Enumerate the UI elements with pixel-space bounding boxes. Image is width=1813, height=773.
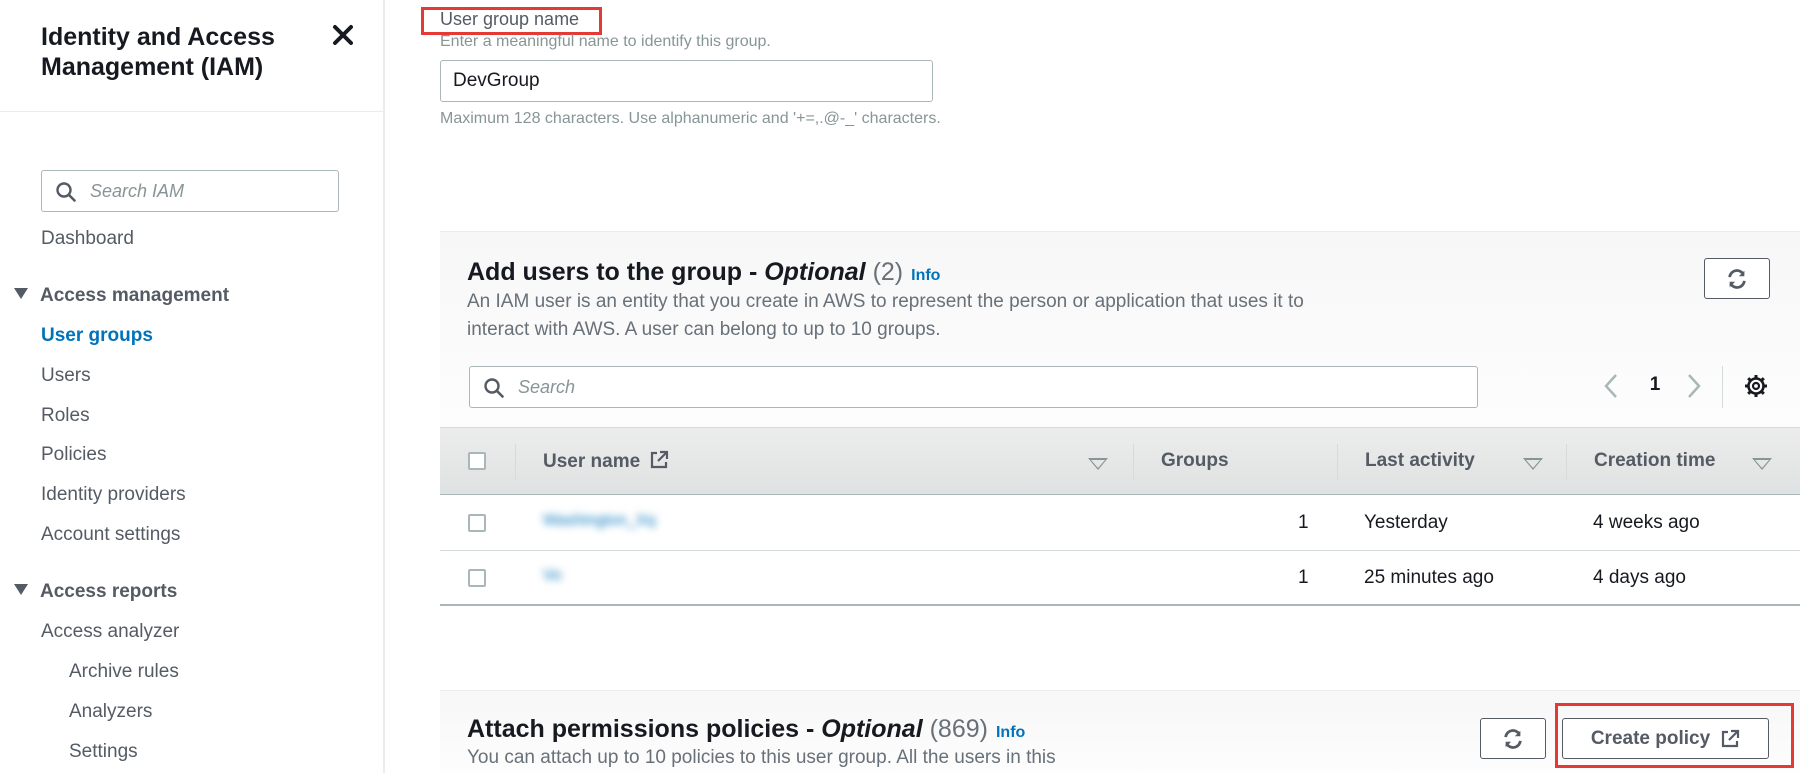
sidebar-item-analyzers[interactable]: Analyzers <box>69 701 152 723</box>
select-all-checkbox[interactable] <box>468 452 486 470</box>
search-icon <box>56 182 76 202</box>
sidebar-item-dashboard[interactable]: Dashboard <box>41 228 134 250</box>
info-link[interactable]: Info <box>911 267 940 284</box>
attach-policies-description: You can attach up to 10 policies to this… <box>467 747 1056 768</box>
sidebar: Identity and Access Management (IAM) Das… <box>0 0 385 773</box>
sidebar-item-settings[interactable]: Settings <box>69 741 138 763</box>
chevron-left-icon[interactable] <box>1603 372 1619 405</box>
caret-down-icon <box>14 288 28 299</box>
caret-down-icon <box>14 584 28 595</box>
separator <box>1337 444 1338 480</box>
last-activity: Yesterday <box>1364 512 1448 533</box>
search-icon <box>484 378 504 398</box>
sort-icon[interactable] <box>1523 458 1543 470</box>
section-access-management[interactable]: Access management <box>14 285 229 307</box>
sidebar-item-policies[interactable]: Policies <box>41 444 106 466</box>
groups-count: 1 <box>1298 567 1309 588</box>
user-name-link[interactable]: Vo <box>543 567 562 585</box>
column-groups[interactable]: Groups <box>1161 450 1229 472</box>
sidebar-item-users[interactable]: Users <box>41 365 91 387</box>
refresh-icon <box>1504 728 1522 749</box>
row-checkbox[interactable] <box>468 514 486 532</box>
add-users-title: Add users to the group - Optional (2) Inf… <box>467 258 941 286</box>
sidebar-item-user-groups[interactable]: User groups <box>41 325 153 347</box>
groups-count: 1 <box>1298 512 1309 533</box>
group-name-hint: Enter a meaningful name to identify this… <box>440 33 771 50</box>
close-icon[interactable] <box>330 22 356 48</box>
chevron-right-icon[interactable] <box>1686 372 1702 405</box>
group-name-constraint: Maximum 128 characters. Use alphanumeric… <box>440 110 941 127</box>
info-link[interactable]: Info <box>996 724 1025 741</box>
separator <box>1722 366 1723 408</box>
creation-time: 4 weeks ago <box>1593 512 1700 533</box>
column-user-name[interactable]: User name <box>543 450 669 473</box>
gear-icon[interactable] <box>1744 374 1768 403</box>
group-name-label: User group name <box>440 9 580 29</box>
column-last-activity[interactable]: Last activity <box>1365 450 1475 472</box>
section-label: Access reports <box>40 581 178 602</box>
search-iam-input[interactable] <box>90 177 325 205</box>
refresh-button[interactable] <box>1704 258 1770 299</box>
user-name-link[interactable]: Washington_Xq <box>543 512 655 530</box>
attach-policies-title: Attach permissions policies - Optional (… <box>467 715 1026 743</box>
users-search[interactable] <box>469 366 1478 408</box>
sidebar-search[interactable] <box>41 170 339 212</box>
sidebar-divider <box>0 111 383 112</box>
external-link-icon <box>1722 729 1740 747</box>
refresh-button[interactable] <box>1480 718 1546 759</box>
creation-time: 4 days ago <box>1593 567 1686 588</box>
last-activity: 25 minutes ago <box>1364 567 1494 588</box>
separator <box>1133 444 1134 480</box>
sidebar-item-archive-rules[interactable]: Archive rules <box>69 661 179 683</box>
sidebar-item-identity-providers[interactable]: Identity providers <box>41 484 186 506</box>
sidebar-title: Identity and Access Management (IAM) <box>41 23 275 81</box>
page-number[interactable]: 1 <box>1645 374 1665 396</box>
group-name-input[interactable] <box>440 60 933 102</box>
add-users-description: An IAM user is an entity that you create… <box>467 291 1304 340</box>
separator <box>1566 444 1567 480</box>
separator <box>515 444 516 480</box>
section-access-reports[interactable]: Access reports <box>14 581 177 603</box>
table-row: Washington_Xq 1 Yesterday 4 weeks ago <box>440 496 1800 551</box>
refresh-icon <box>1728 268 1746 289</box>
sidebar-item-roles[interactable]: Roles <box>41 405 90 427</box>
create-policy-button[interactable]: Create policy <box>1562 718 1769 759</box>
column-creation-time[interactable]: Creation time <box>1594 450 1715 472</box>
sidebar-item-account-settings[interactable]: Account settings <box>41 524 180 546</box>
row-checkbox[interactable] <box>468 569 486 587</box>
sort-icon[interactable] <box>1752 458 1772 470</box>
table-row: Vo 1 25 minutes ago 4 days ago <box>440 551 1800 606</box>
table-header: User name Groups Last activity Creation … <box>440 427 1800 495</box>
external-link-icon <box>651 450 669 469</box>
users-search-input[interactable] <box>518 373 1458 401</box>
section-label: Access management <box>40 285 230 306</box>
sidebar-item-access-analyzer[interactable]: Access analyzer <box>41 621 179 643</box>
sort-icon[interactable] <box>1088 458 1108 470</box>
create-policy-label: Create policy <box>1590 727 1711 749</box>
